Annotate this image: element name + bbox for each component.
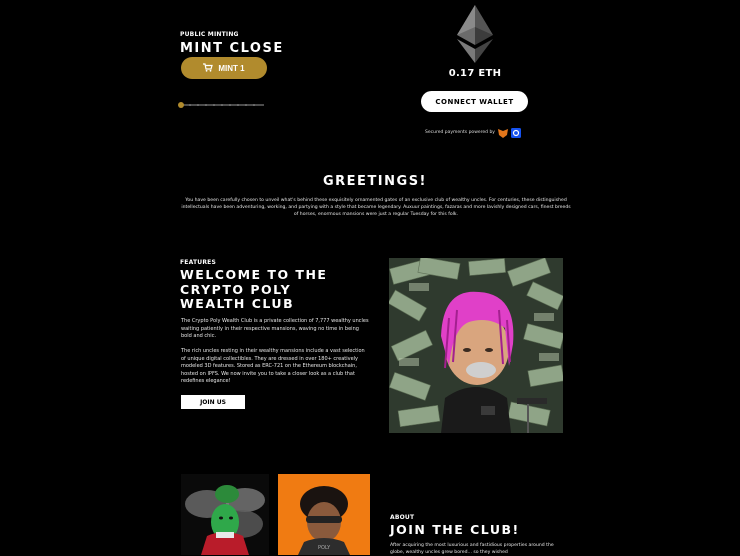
slider-handle [178, 102, 184, 108]
about-title: JOIN THE CLUB! [390, 522, 520, 537]
features-kicker: FEATURES [180, 259, 216, 266]
greetings-title: GREETINGS! [323, 174, 427, 189]
mint-title: MINT CLOSE [180, 41, 284, 56]
features-title: WELCOME TO THE CRYPTO POLY WEALTH CLUB [180, 267, 328, 312]
green-uncle-nft-image [181, 474, 269, 555]
features-title-line: WEALTH CLUB [180, 296, 295, 311]
about-kicker: ABOUT [390, 514, 415, 521]
uncle-nft-image [389, 258, 563, 433]
greetings-body: You have been carefully chosen to unveil… [181, 198, 571, 217]
about-body: After acquiring the most luxurious and f… [390, 543, 554, 555]
svg-text:POLY: POLY [318, 545, 331, 551]
features-title-line: WELCOME TO THE [180, 267, 328, 282]
ethereum-icon [455, 5, 495, 69]
mint-button[interactable]: MINT 1 [181, 57, 267, 79]
secured-payments-text: Secured payments powered by [425, 130, 495, 135]
mint-button-label: MINT 1 [218, 63, 245, 73]
connect-wallet-button[interactable]: CONNECT WALLET [421, 91, 528, 112]
join-us-button[interactable]: JOIN US [181, 395, 245, 409]
features-title-line: CRYPTO POLY [180, 281, 292, 297]
features-paragraph-1: The Crypto Poly Wealth Club is a private… [181, 318, 369, 339]
mint-price: 0.17 ETH [448, 68, 502, 79]
cart-icon [203, 62, 214, 74]
coinbase-icon [510, 123, 521, 142]
mint-quantity-slider[interactable] [178, 93, 266, 108]
mint-kicker: PUBLIC MINTING [180, 31, 239, 38]
orange-uncle-nft-image: POLY [278, 474, 370, 555]
metamask-icon [497, 123, 508, 142]
features-paragraph-2: The rich uncles resting in their wealthy… [181, 348, 365, 384]
